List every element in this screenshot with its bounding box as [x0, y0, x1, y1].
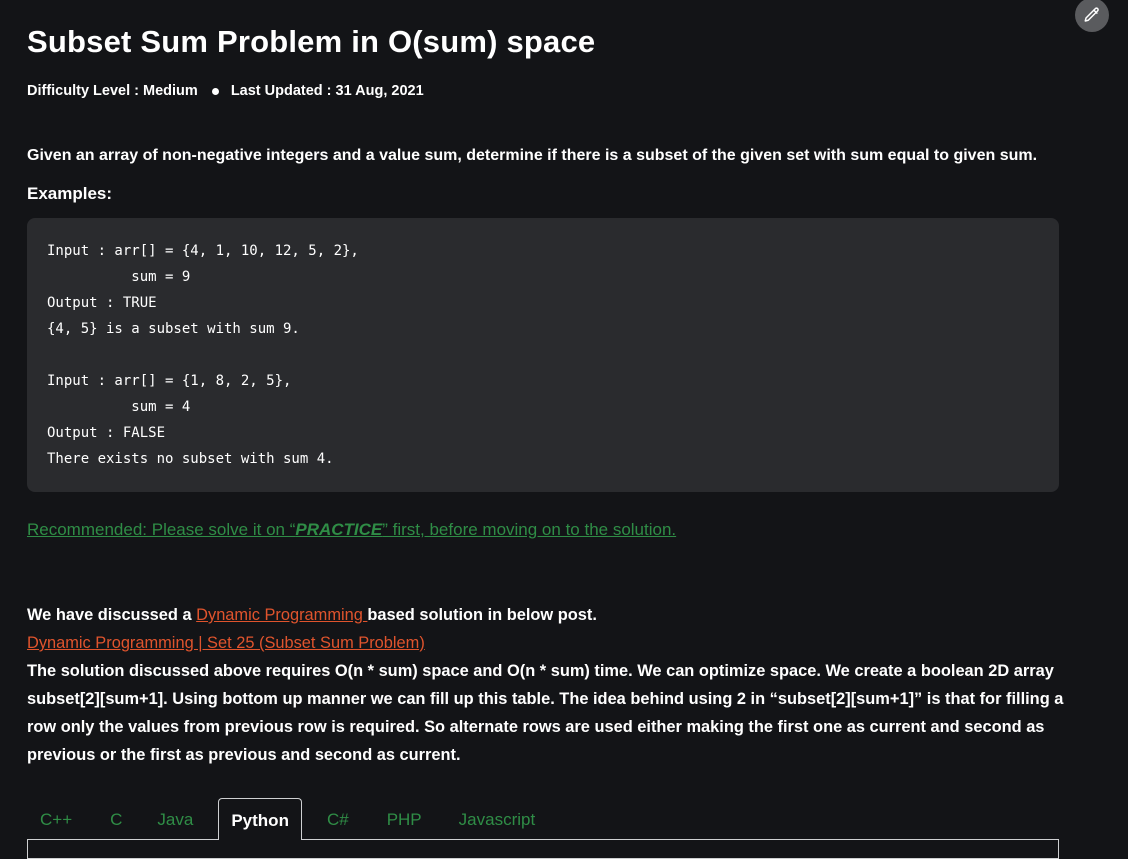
- pencil-icon: [1084, 7, 1099, 22]
- paragraph-line: We have discussed a Dynamic Programming …: [27, 601, 1067, 629]
- code-panel: [27, 839, 1059, 859]
- tab-java[interactable]: Java: [147, 798, 218, 840]
- tab-cpp[interactable]: C++: [27, 798, 86, 840]
- tab-bar: C++ C Java Python C# PHP Javascript: [27, 798, 547, 840]
- edit-button[interactable]: [1075, 0, 1109, 32]
- article-meta: Difficulty Level : Medium Last Updated :…: [27, 83, 424, 99]
- code-line: Output : TRUE: [47, 295, 157, 311]
- code-line: Input : arr[] = {4, 1, 10, 12, 5, 2},: [47, 243, 359, 259]
- text-before-link: We have discussed a: [27, 606, 197, 624]
- language-tabs: C++ C Java Python C# PHP Javascript: [27, 798, 1059, 859]
- examples-heading: Examples:: [27, 184, 113, 203]
- difficulty-level: Difficulty Level : Medium: [27, 83, 198, 99]
- paragraph-line: Dynamic Programming | Set 25 (Subset Sum…: [27, 629, 1067, 657]
- problem-statement: Given an array of non-negative integers …: [27, 147, 1038, 164]
- tab-php[interactable]: PHP: [374, 798, 458, 840]
- paragraph-line: row only the values from previous row is…: [27, 718, 1045, 736]
- last-updated: Last Updated : 31 Aug, 2021: [230, 83, 424, 99]
- practice-recommendation-link[interactable]: Recommended: Please solve it on “PRACTIC…: [27, 520, 676, 540]
- example-code-block: Input : arr[] = {4, 1, 10, 12, 5, 2}, su…: [27, 218, 1059, 492]
- recommend-prefix: Recommended: Please solve it on “: [27, 520, 296, 539]
- code-line: sum = 9: [47, 269, 191, 285]
- tab-csharp[interactable]: C#: [302, 798, 374, 840]
- dynamic-programming-link[interactable]: Dynamic Programming: [196, 606, 367, 624]
- paragraph-line: subset[2][sum+1]. Using bottom up manner…: [27, 690, 1064, 708]
- tab-javascript[interactable]: Javascript: [458, 798, 548, 840]
- tab-python[interactable]: Python: [218, 798, 302, 840]
- recommend-suffix: ” first, before moving on to the solutio…: [382, 520, 677, 539]
- separator-dot: [211, 87, 219, 95]
- solution-description: We have discussed a Dynamic Programming …: [27, 601, 1067, 769]
- code-line: There exists no subset with sum 4.: [47, 451, 334, 467]
- code-line: {4, 5} is a subset with sum 9.: [47, 321, 300, 337]
- practice-text: PRACTICE: [295, 520, 383, 539]
- code-line: Output : FALSE: [47, 425, 166, 441]
- page-title: Subset Sum Problem in O(sum) space: [27, 24, 596, 59]
- text-after-link: based solution in below post.: [367, 606, 597, 624]
- code-line: Input : arr[] = {1, 8, 2, 5},: [47, 373, 292, 389]
- paragraph-line: previous or the first as previous and se…: [27, 746, 461, 764]
- tab-c[interactable]: C: [86, 798, 147, 840]
- paragraph-line: The solution discussed above requires O(…: [27, 662, 1054, 680]
- code-line: sum = 4: [47, 399, 191, 415]
- subset-sum-post-link[interactable]: Dynamic Programming | Set 25 (Subset Sum…: [27, 634, 425, 652]
